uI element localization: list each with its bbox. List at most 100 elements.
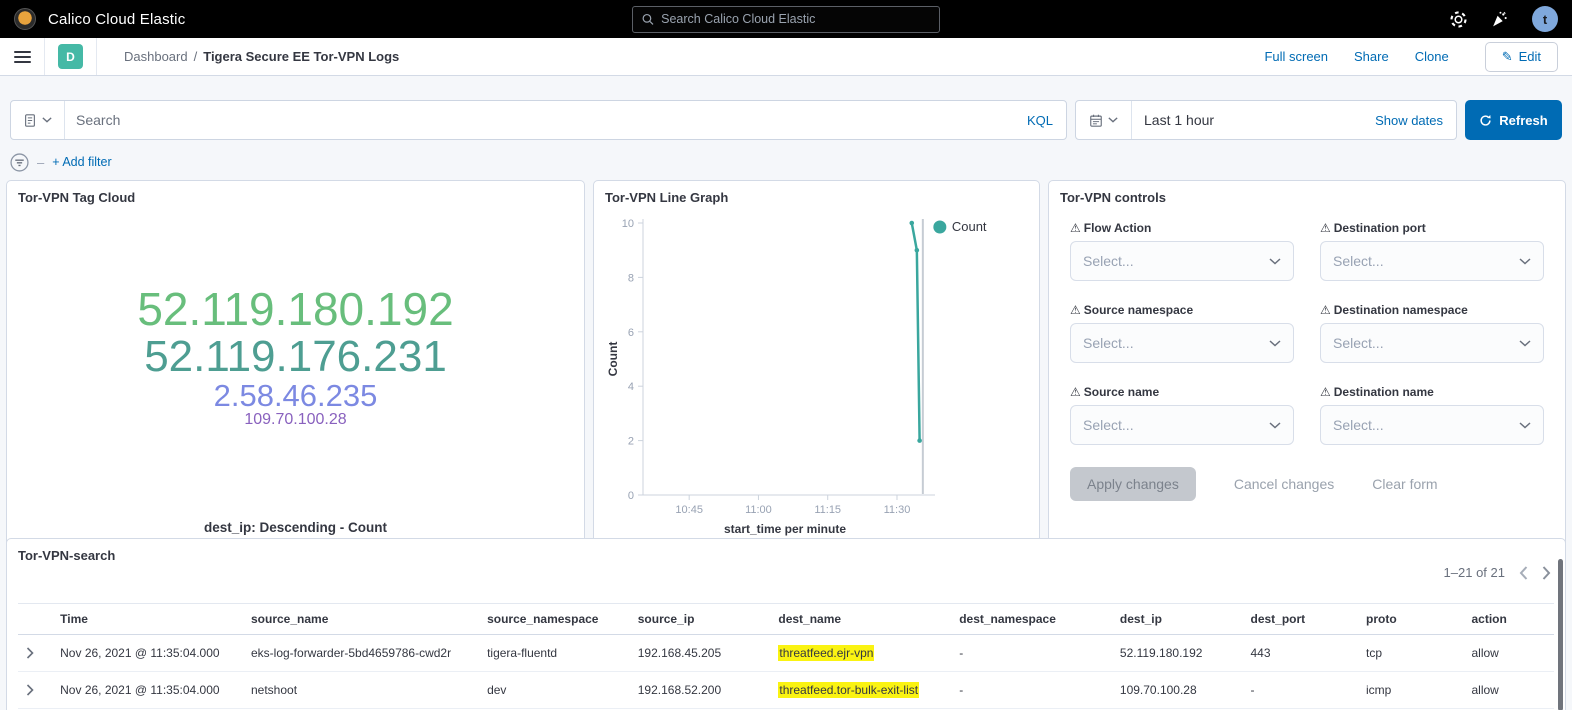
nav-bar: D Dashboard / Tigera Secure EE Tor-VPN L… bbox=[0, 38, 1572, 76]
table-row[interactable]: Nov 26, 2021 @ 11:35:04.000netshootdev19… bbox=[18, 672, 1554, 709]
column-header[interactable]: dest_port bbox=[1243, 604, 1359, 635]
global-search[interactable] bbox=[632, 6, 940, 33]
newsfeed-icon[interactable] bbox=[1491, 11, 1508, 28]
chevron-down-icon bbox=[1519, 422, 1531, 429]
legend-label[interactable]: Count bbox=[952, 219, 987, 234]
pencil-icon: ✎ bbox=[1502, 49, 1513, 65]
warning-icon: ⚠ bbox=[1070, 385, 1081, 399]
app-header: Calico Cloud Elastic t bbox=[0, 0, 1572, 38]
refresh-button[interactable]: Refresh bbox=[1465, 100, 1562, 140]
cancel-changes-button[interactable]: Cancel changes bbox=[1234, 476, 1334, 492]
tag-cloud-term[interactable]: 2.58.46.235 bbox=[214, 380, 378, 412]
svg-text:11:30: 11:30 bbox=[884, 504, 911, 516]
breadcrumb-dashboard[interactable]: Dashboard bbox=[124, 49, 188, 64]
svg-text:10:45: 10:45 bbox=[675, 504, 703, 516]
filter-icon[interactable] bbox=[10, 153, 29, 172]
filter-bar: – + Add filter bbox=[10, 152, 1562, 172]
tag-cloud-term[interactable]: 109.70.100.28 bbox=[244, 412, 346, 429]
edit-button[interactable]: ✎ Edit bbox=[1485, 42, 1558, 72]
user-avatar[interactable]: t bbox=[1532, 6, 1558, 32]
column-header[interactable]: source_name bbox=[243, 604, 479, 635]
chevron-down-icon bbox=[1519, 340, 1531, 347]
search-icon bbox=[642, 13, 654, 26]
tag-cloud-term[interactable]: 52.119.180.192 bbox=[137, 286, 453, 334]
saved-query-menu-button[interactable] bbox=[11, 101, 65, 139]
source-name-select[interactable]: Select... bbox=[1070, 405, 1294, 445]
column-header[interactable]: Time bbox=[52, 604, 243, 635]
flow-action-select[interactable]: Select... bbox=[1070, 241, 1294, 281]
column-header[interactable]: source_namespace bbox=[479, 604, 630, 635]
date-quick-menu-button[interactable] bbox=[1076, 101, 1132, 139]
row-expander[interactable] bbox=[18, 635, 52, 672]
apply-changes-button[interactable]: Apply changes bbox=[1070, 467, 1196, 501]
time-range-value[interactable]: Last 1 hour bbox=[1132, 112, 1214, 128]
saved-query-icon bbox=[23, 113, 37, 128]
warning-icon: ⚠ bbox=[1070, 303, 1081, 317]
search-table: Timesource_namesource_namespacesource_ip… bbox=[18, 603, 1554, 710]
table-cell: - bbox=[951, 635, 1112, 672]
breadcrumb: Dashboard / Tigera Secure EE Tor-VPN Log… bbox=[124, 49, 399, 64]
query-bar: KQL Last 1 hour Show dates Refresh bbox=[10, 100, 1562, 140]
share-link[interactable]: Share bbox=[1354, 49, 1389, 64]
clear-form-button[interactable]: Clear form bbox=[1372, 476, 1437, 492]
warning-icon: ⚠ bbox=[1320, 221, 1331, 235]
table-cell: icmp bbox=[1358, 672, 1463, 709]
clone-link[interactable]: Clone bbox=[1415, 49, 1449, 64]
table-cell: 443 bbox=[1243, 635, 1359, 672]
show-dates-button[interactable]: Show dates bbox=[1375, 113, 1456, 128]
add-filter-button[interactable]: + Add filter bbox=[52, 155, 111, 169]
warning-icon: ⚠ bbox=[1320, 303, 1331, 317]
table-cell: tcp bbox=[1358, 635, 1463, 672]
column-header[interactable]: dest_namespace bbox=[951, 604, 1112, 635]
dashboard-badge[interactable]: D bbox=[58, 44, 83, 69]
vertical-scrollbar[interactable] bbox=[1558, 559, 1563, 710]
column-header[interactable]: action bbox=[1463, 604, 1554, 635]
date-picker: Last 1 hour Show dates bbox=[1075, 100, 1457, 140]
svg-text:4: 4 bbox=[628, 381, 634, 393]
column-header[interactable]: dest_ip bbox=[1112, 604, 1243, 635]
expand-row-icon[interactable] bbox=[26, 684, 34, 696]
column-header[interactable]: dest_name bbox=[770, 604, 951, 635]
column-header[interactable]: source_ip bbox=[630, 604, 771, 635]
svg-text:6: 6 bbox=[628, 327, 634, 339]
control-field-destination-name: ⚠ Destination name Select... bbox=[1320, 385, 1544, 445]
chevron-down-icon bbox=[1269, 258, 1281, 265]
svg-text:8: 8 bbox=[628, 272, 634, 284]
warning-icon: ⚠ bbox=[1070, 221, 1081, 235]
previous-page-icon[interactable] bbox=[1519, 566, 1528, 580]
table-cell: dev bbox=[479, 672, 630, 709]
query-input[interactable] bbox=[65, 112, 1014, 128]
source-namespace-select[interactable]: Select... bbox=[1070, 323, 1294, 363]
chevron-down-icon bbox=[1269, 340, 1281, 347]
full-screen-link[interactable]: Full screen bbox=[1264, 49, 1328, 64]
destination-namespace-select[interactable]: Select... bbox=[1320, 323, 1544, 363]
control-field-destination-port: ⚠ Destination port Select... bbox=[1320, 221, 1544, 281]
menu-icon[interactable] bbox=[14, 51, 31, 63]
highlighted-value: threatfeed.tor-bulk-exit-list bbox=[778, 682, 919, 698]
kql-language-button[interactable]: KQL bbox=[1014, 113, 1066, 128]
row-expander[interactable] bbox=[18, 672, 52, 709]
table-row[interactable]: Nov 26, 2021 @ 11:35:04.000eks-log-forwa… bbox=[18, 635, 1554, 672]
table-cell: allow bbox=[1463, 635, 1554, 672]
table-cell: threatfeed.ejr-vpn bbox=[770, 635, 951, 672]
tag-cloud-panel: Tor-VPN Tag Cloud 52.119.180.19252.119.1… bbox=[6, 180, 585, 547]
destination-name-select[interactable]: Select... bbox=[1320, 405, 1544, 445]
calico-logo-icon bbox=[14, 8, 36, 30]
control-field-flow-action: ⚠ Flow Action Select... bbox=[1070, 221, 1294, 281]
refresh-icon bbox=[1479, 114, 1492, 127]
table-cell: - bbox=[951, 672, 1112, 709]
column-header[interactable]: proto bbox=[1358, 604, 1463, 635]
pagination: 1–21 of 21 bbox=[1444, 565, 1551, 580]
breadcrumb-separator: / bbox=[194, 49, 198, 64]
global-search-input[interactable] bbox=[661, 12, 930, 26]
help-icon[interactable] bbox=[1450, 11, 1467, 28]
x-axis-title: start_time per minute bbox=[724, 522, 846, 536]
expand-row-icon[interactable] bbox=[26, 647, 34, 659]
tag-cloud-term[interactable]: 52.119.176.231 bbox=[144, 334, 447, 380]
divider bbox=[44, 38, 45, 75]
panel-title: Tor-VPN-search bbox=[18, 548, 1554, 563]
table-cell: eks-log-forwarder-5bd4659786-cwd2r bbox=[243, 635, 479, 672]
destination-port-select[interactable]: Select... bbox=[1320, 241, 1544, 281]
next-page-icon[interactable] bbox=[1542, 566, 1551, 580]
legend-dot bbox=[933, 221, 946, 234]
